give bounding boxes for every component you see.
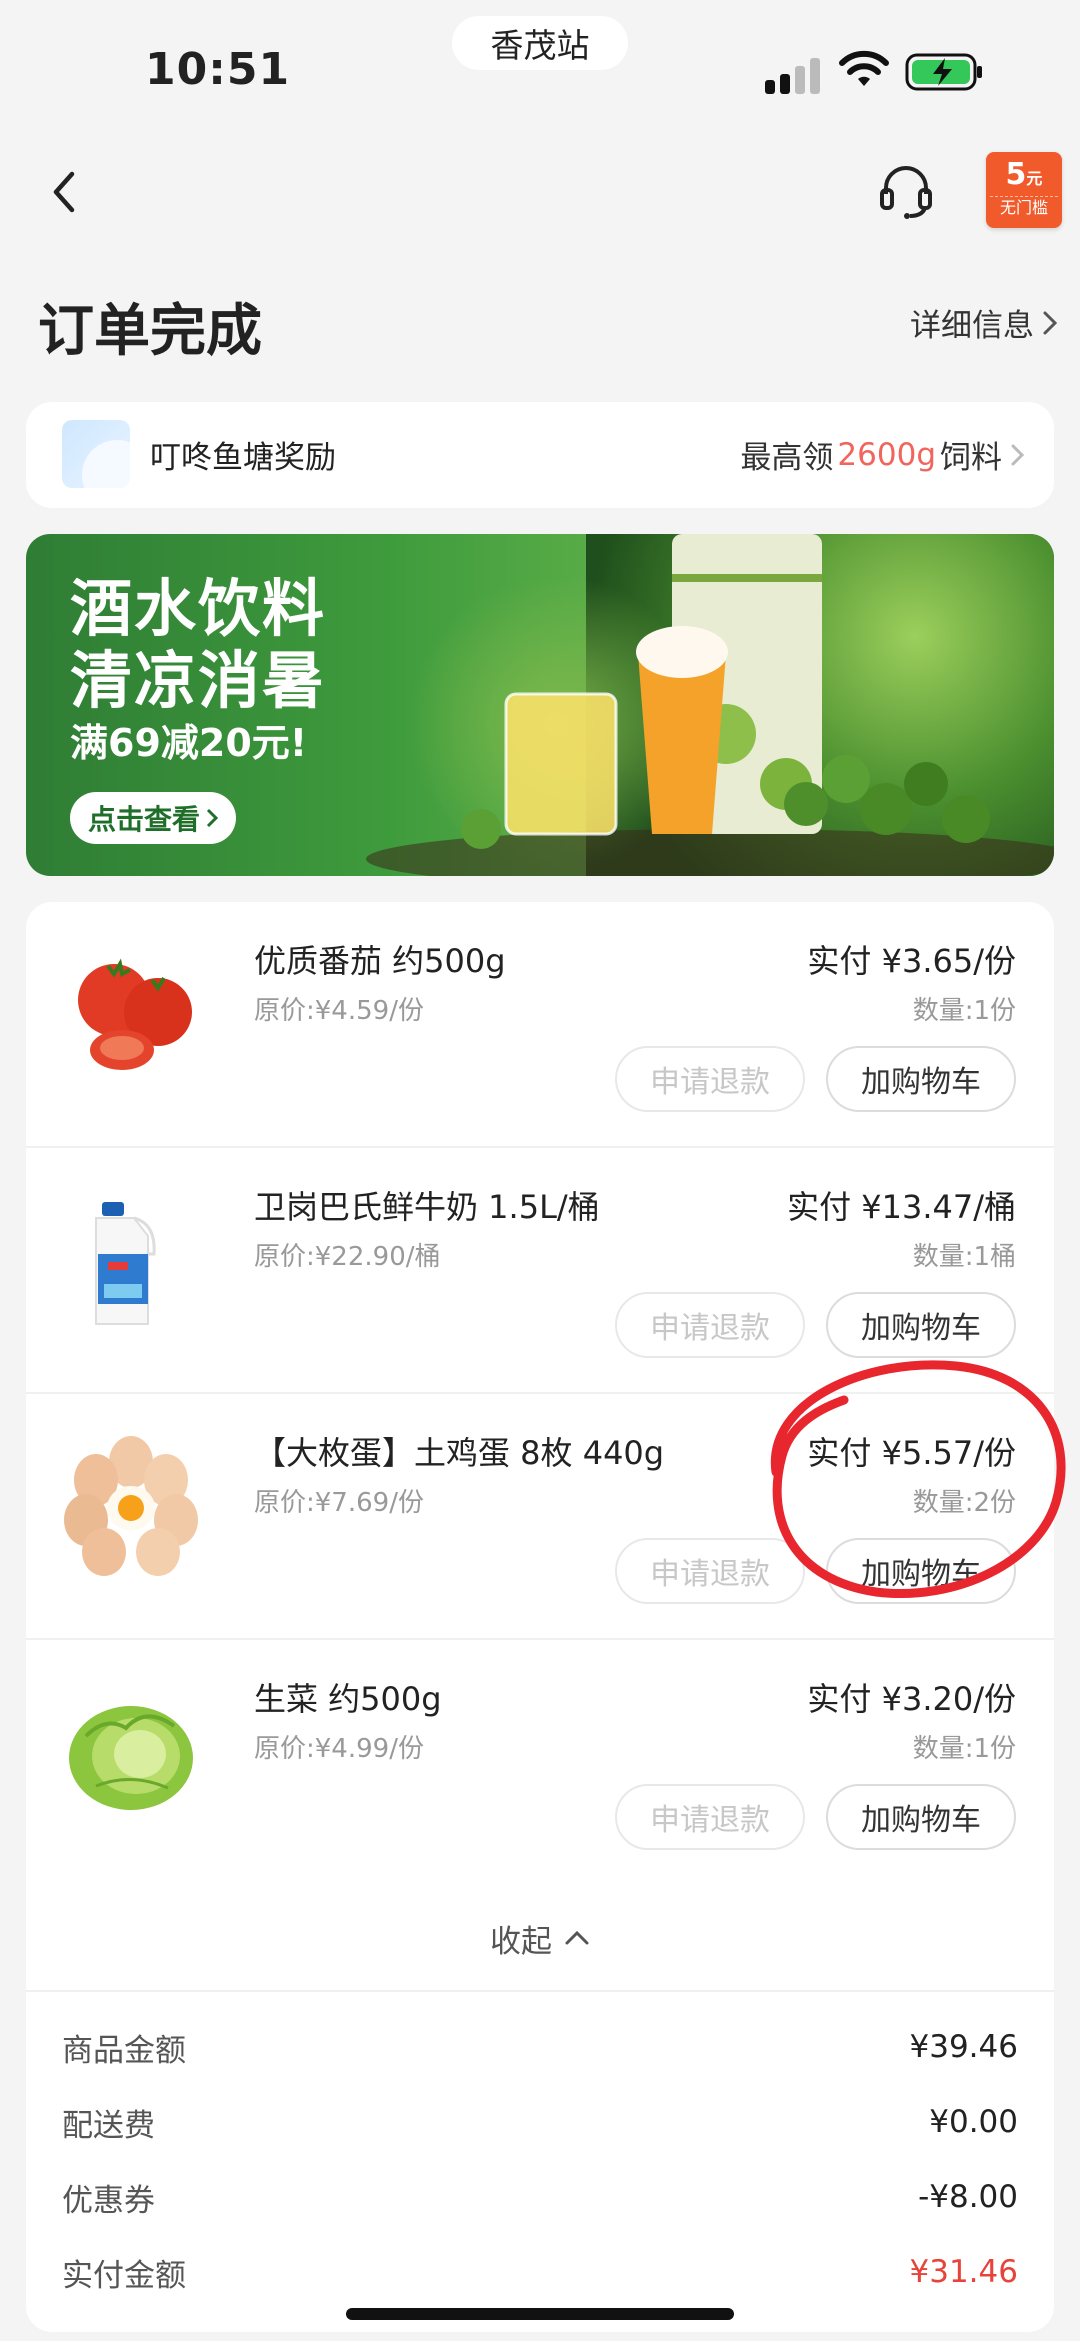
reward-amount: 2600g (837, 436, 936, 473)
summary-value: ¥0.00 (929, 2104, 1018, 2140)
summary-row-delivery: 配送费 ¥0.00 (62, 2097, 1018, 2147)
annotation-circle (770, 1360, 1066, 1598)
item-name: 生菜 约500g (254, 1680, 442, 1718)
battery-charging-icon (905, 53, 982, 91)
reward-summary: 最高领 2600g 饲料 (740, 432, 1028, 477)
summary-label: 配送费 (62, 2107, 155, 2144)
add-to-cart-button[interactable]: 加购物车 (826, 1046, 1016, 1112)
detail-info-label: 详细信息 (910, 308, 1034, 344)
detail-info-link[interactable]: 详细信息 (910, 300, 1058, 345)
item-quantity: 数量:1份 (912, 1734, 1016, 1764)
add-to-cart-button[interactable]: 加购物车 (826, 1784, 1016, 1850)
item-original-price: 原价:¥4.59/份 (254, 996, 424, 1026)
fishpond-reward-card[interactable]: 叮咚鱼塘奖励 最高领 2600g 饲料 (26, 402, 1054, 508)
item-paid-price: 实付 ¥3.65/份 (807, 942, 1016, 980)
item-quantity: 数量:1桶 (912, 1242, 1016, 1272)
summary-label: 实付金额 (62, 2257, 186, 2294)
item-original-price: 原价:¥7.69/份 (254, 1488, 424, 1518)
customer-service-icon[interactable] (876, 160, 936, 224)
item-name: 卫岗巴氏鲜牛奶 1.5L/桶 (254, 1188, 600, 1226)
summary-label: 优惠券 (62, 2182, 155, 2219)
tomato-image (78, 958, 192, 1070)
refund-button[interactable]: 申请退款 (615, 1784, 805, 1850)
summary-row-paid: 实付金额 ¥31.46 (62, 2247, 1018, 2297)
reward-label: 叮咚鱼塘奖励 (150, 440, 336, 476)
eggs-image (64, 1436, 198, 1576)
summary-value: ¥39.46 (909, 2029, 1018, 2065)
milk-jug-image (95, 1202, 156, 1325)
lettuce-image (69, 1706, 193, 1810)
item-paid-price: 实付 ¥3.20/份 (807, 1680, 1016, 1718)
summary-label: 商品金额 (62, 2032, 186, 2069)
reward-suffix: 饲料 (940, 440, 1002, 476)
page-title: 订单完成 (38, 299, 262, 364)
banner-button-label: 点击查看 (88, 803, 201, 836)
item-quantity: 数量:1份 (912, 996, 1016, 1026)
promo-banner[interactable]: 酒水饮料 清凉消暑 满69减20元! 点击查看 (26, 534, 1054, 876)
coupon-amount: 5 (1005, 157, 1027, 192)
refund-button[interactable]: 申请退款 (615, 1046, 805, 1112)
summary-value: -¥8.00 (918, 2179, 1018, 2215)
chevron-right-icon (1043, 311, 1058, 334)
banner-line2: 清凉消暑 (70, 644, 327, 717)
coupon-unit: 元 (1026, 169, 1043, 188)
order-item: 生菜 约500g 原价:¥4.99/份 实付 ¥3.20/份 数量:1份 申请退… (26, 1640, 1054, 1886)
refund-button[interactable]: 申请退款 (615, 1292, 805, 1358)
add-to-cart-button[interactable]: 加购物车 (826, 1292, 1016, 1358)
status-time: 10:51 (145, 44, 291, 95)
coupon-note: 无门槛 (990, 196, 1058, 219)
item-original-price: 原价:¥22.90/桶 (254, 1242, 441, 1272)
summary-row-goods: 商品金额 ¥39.46 (62, 2022, 1018, 2072)
chevron-up-icon (565, 1930, 589, 1945)
summary-row-coupon: 优惠券 -¥8.00 (62, 2172, 1018, 2222)
back-arrow-icon[interactable] (46, 164, 82, 220)
banner-line3: 满69减20元! (70, 721, 308, 765)
banner-view-button[interactable]: 点击查看 (70, 792, 237, 844)
collapse-label: 收起 (490, 1923, 552, 1960)
collapse-toggle[interactable]: 收起 (26, 1886, 1054, 1992)
home-indicator[interactable] (346, 2308, 734, 2320)
wifi-icon (839, 50, 889, 86)
cellular-signal-icon (765, 56, 820, 94)
item-paid-price: 实付 ¥13.47/桶 (787, 1188, 1016, 1226)
order-item: 优质番茄 约500g 原价:¥4.59/份 实付 ¥3.65/份 数量:1份 申… (26, 902, 1054, 1148)
chevron-right-icon (206, 808, 219, 828)
order-items-card: 优质番茄 约500g 原价:¥4.59/份 实付 ¥3.65/份 数量:1份 申… (26, 902, 1054, 2332)
fishpond-icon (62, 420, 130, 488)
item-original-price: 原价:¥4.99/份 (254, 1734, 424, 1764)
item-name: 优质番茄 约500g (254, 942, 506, 980)
reward-prefix: 最高领 (740, 440, 834, 476)
coupon-badge[interactable]: 5元 无门槛 (986, 152, 1062, 228)
station-pill[interactable]: 香茂站 (452, 16, 628, 70)
item-name: 【大枚蛋】土鸡蛋 8枚 440g (254, 1434, 665, 1472)
chevron-right-icon (1011, 444, 1025, 465)
summary-total-value: ¥31.46 (909, 2254, 1018, 2290)
